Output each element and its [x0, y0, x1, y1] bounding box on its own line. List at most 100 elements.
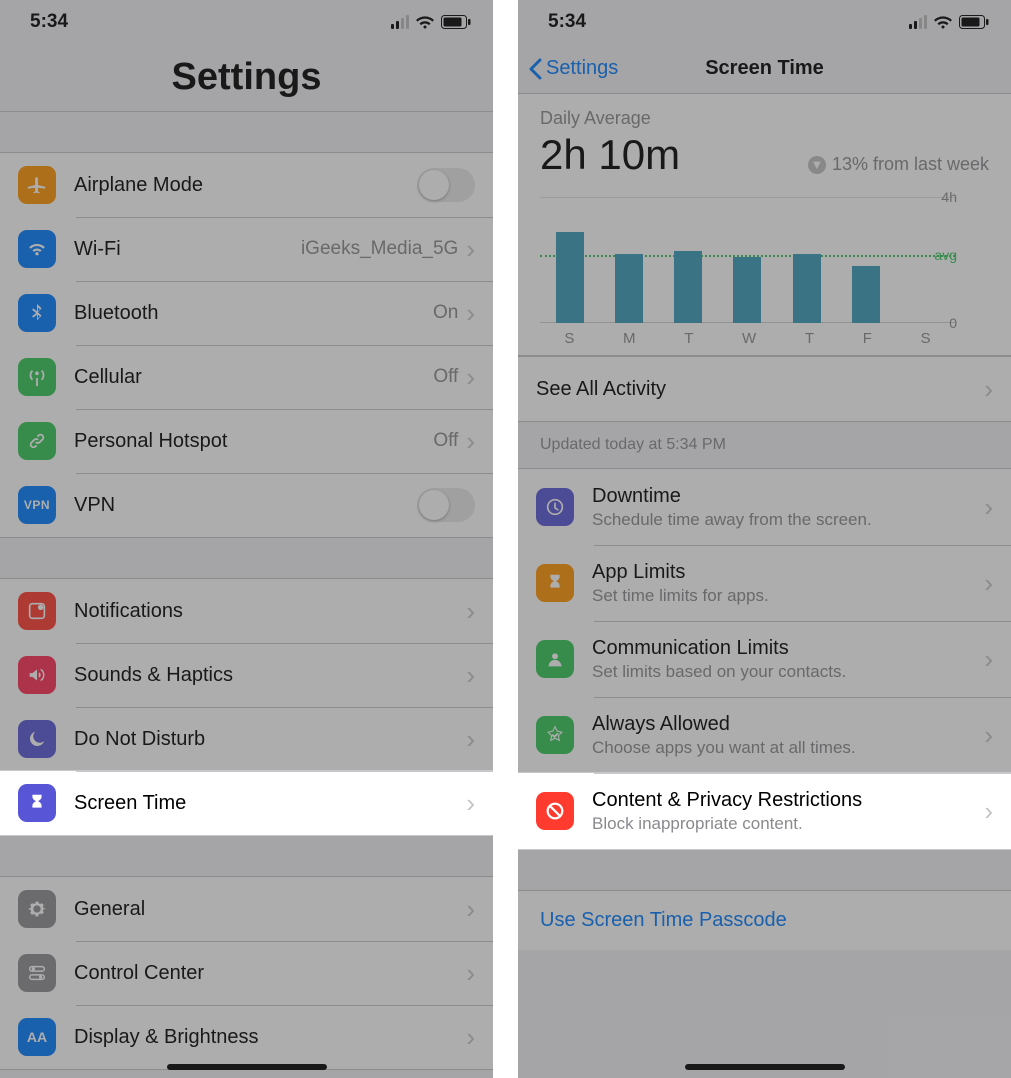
display-row[interactable]: AADisplay & Brightness›: [0, 1005, 493, 1069]
updated-note: Updated today at 5:34 PM: [518, 422, 1011, 468]
link-icon: [18, 422, 56, 460]
row-value: Off: [433, 430, 458, 452]
chevron-right-icon: ›: [984, 646, 993, 672]
row-title: Always Allowed: [592, 713, 984, 736]
applimits-row[interactable]: App LimitsSet time limits for apps.›: [518, 545, 1011, 621]
see-all-label: See All Activity: [536, 378, 984, 401]
chart-xlabel: S: [564, 330, 574, 347]
back-label: Settings: [546, 57, 618, 80]
row-title: Downtime: [592, 485, 984, 508]
wifi-row[interactable]: Wi-FiiGeeks_Media_5G ›: [0, 217, 493, 281]
row-label: Airplane Mode: [74, 174, 417, 197]
chart-bar: [852, 266, 880, 323]
dnd-row[interactable]: Do Not Disturb›: [0, 707, 493, 771]
chevron-right-icon: ›: [466, 428, 475, 454]
chevron-right-icon: ›: [466, 236, 475, 262]
wifi-icon: [18, 230, 56, 268]
settings-screen: 5:34 Settings Airplane Mode Wi-FiiGeeks_M…: [0, 0, 493, 1078]
chevron-right-icon: ›: [466, 896, 475, 922]
switches-icon: [18, 954, 56, 992]
row-value: Off: [433, 366, 458, 388]
chart-xlabel: T: [805, 330, 814, 347]
trend-down-icon: ▼: [808, 156, 826, 174]
sounds-row[interactable]: Sounds & Haptics›: [0, 643, 493, 707]
hourglass-icon: [536, 564, 574, 602]
vpn-icon: VPN: [18, 486, 56, 524]
home-indicator[interactable]: [167, 1064, 327, 1070]
general-row[interactable]: General›: [0, 877, 493, 941]
row-subtitle: Schedule time away from the screen.: [592, 510, 984, 530]
chevron-right-icon: ›: [984, 570, 993, 596]
chevron-right-icon: ›: [466, 364, 475, 390]
home-indicator[interactable]: [685, 1064, 845, 1070]
row-label: Wi-Fi: [74, 238, 301, 261]
trend-text: 13% from last week: [832, 154, 989, 175]
settings-group-connectivity: Airplane ModeWi-FiiGeeks_Media_5G›Blueto…: [0, 152, 493, 538]
row-label: Screen Time: [74, 792, 466, 815]
screentime-row[interactable]: Screen Time›: [0, 771, 493, 835]
chart-xlabel: T: [684, 330, 693, 347]
row-label: General: [74, 898, 466, 921]
status-bar: 5:34: [0, 0, 493, 44]
row-label: Notifications: [74, 600, 466, 623]
bell-icon: [18, 592, 56, 630]
airplane-row[interactable]: Airplane Mode: [0, 153, 493, 217]
cellular-signal-icon: [391, 15, 409, 29]
clock-icon: [536, 488, 574, 526]
screentime-screen: 5:34 Settings Screen Time Daily Average …: [518, 0, 1011, 1078]
commlimits-row[interactable]: Communication LimitsSet limits based on …: [518, 621, 1011, 697]
bluetooth-row[interactable]: BluetoothOn›: [0, 281, 493, 345]
controlcenter-row[interactable]: Control Center›: [0, 941, 493, 1005]
chart-xlabel: W: [742, 330, 756, 347]
daily-average-value: 2h 10m: [540, 131, 680, 179]
row-title: App Limits: [592, 561, 984, 584]
aa-icon: AA: [18, 1018, 56, 1056]
row-label: Cellular: [74, 366, 433, 389]
settings-group-general: General›Control Center›AADisplay & Brigh…: [0, 876, 493, 1070]
row-label: Sounds & Haptics: [74, 664, 466, 687]
see-all-activity-row[interactable]: See All Activity ›: [518, 357, 1011, 421]
chevron-right-icon: ›: [466, 726, 475, 752]
see-all-group: See All Activity ›: [518, 356, 1011, 422]
toggle-switch[interactable]: [417, 488, 475, 522]
chevron-right-icon: ›: [984, 798, 993, 824]
row-subtitle: Set time limits for apps.: [592, 586, 984, 606]
notifications-row[interactable]: Notifications›: [0, 579, 493, 643]
chevron-right-icon: ›: [466, 300, 475, 326]
chart-bar: [733, 257, 761, 323]
daily-average-label: Daily Average: [540, 108, 989, 129]
cellular-row[interactable]: CellularOff ›: [0, 345, 493, 409]
row-subtitle: Block inappropriate content.: [592, 814, 984, 834]
chart-xlabel: S: [921, 330, 931, 347]
antenna-icon: [18, 358, 56, 396]
row-value: On: [433, 302, 458, 324]
bluetooth-icon: [18, 294, 56, 332]
hotspot-row[interactable]: Personal HotspotOff›: [0, 409, 493, 473]
battery-icon: [441, 15, 471, 29]
chevron-right-icon: ›: [466, 1024, 475, 1050]
chevron-right-icon: ›: [466, 662, 475, 688]
always-row[interactable]: Always AllowedChoose apps you want at al…: [518, 697, 1011, 773]
row-value: iGeeks_Media_5G: [301, 238, 458, 260]
nosign-icon: [536, 792, 574, 830]
screentime-options-group: DowntimeSchedule time away from the scre…: [518, 468, 1011, 850]
moon-icon: [18, 720, 56, 758]
wifi-icon: [415, 15, 435, 30]
page-title: Settings: [0, 44, 493, 112]
cellular-signal-icon: [909, 15, 927, 29]
status-bar: 5:34: [518, 0, 1011, 44]
back-button[interactable]: Settings: [518, 57, 618, 80]
row-title: Content & Privacy Restrictions: [592, 789, 984, 812]
toggle-switch[interactable]: [417, 168, 475, 202]
use-passcode-link[interactable]: Use Screen Time Passcode: [518, 890, 1011, 950]
chevron-right-icon: ›: [984, 722, 993, 748]
row-subtitle: Choose apps you want at all times.: [592, 738, 984, 758]
nav-bar: Settings Screen Time: [518, 44, 1011, 94]
chart-bar: [615, 254, 643, 323]
use-passcode-label: Use Screen Time Passcode: [540, 909, 787, 931]
downtime-row[interactable]: DowntimeSchedule time away from the scre…: [518, 469, 1011, 545]
chevron-right-icon: ›: [466, 790, 475, 816]
vpn-row[interactable]: VPNVPN: [0, 473, 493, 537]
content-row[interactable]: Content & Privacy RestrictionsBlock inap…: [518, 773, 1011, 849]
gear-icon: [18, 890, 56, 928]
